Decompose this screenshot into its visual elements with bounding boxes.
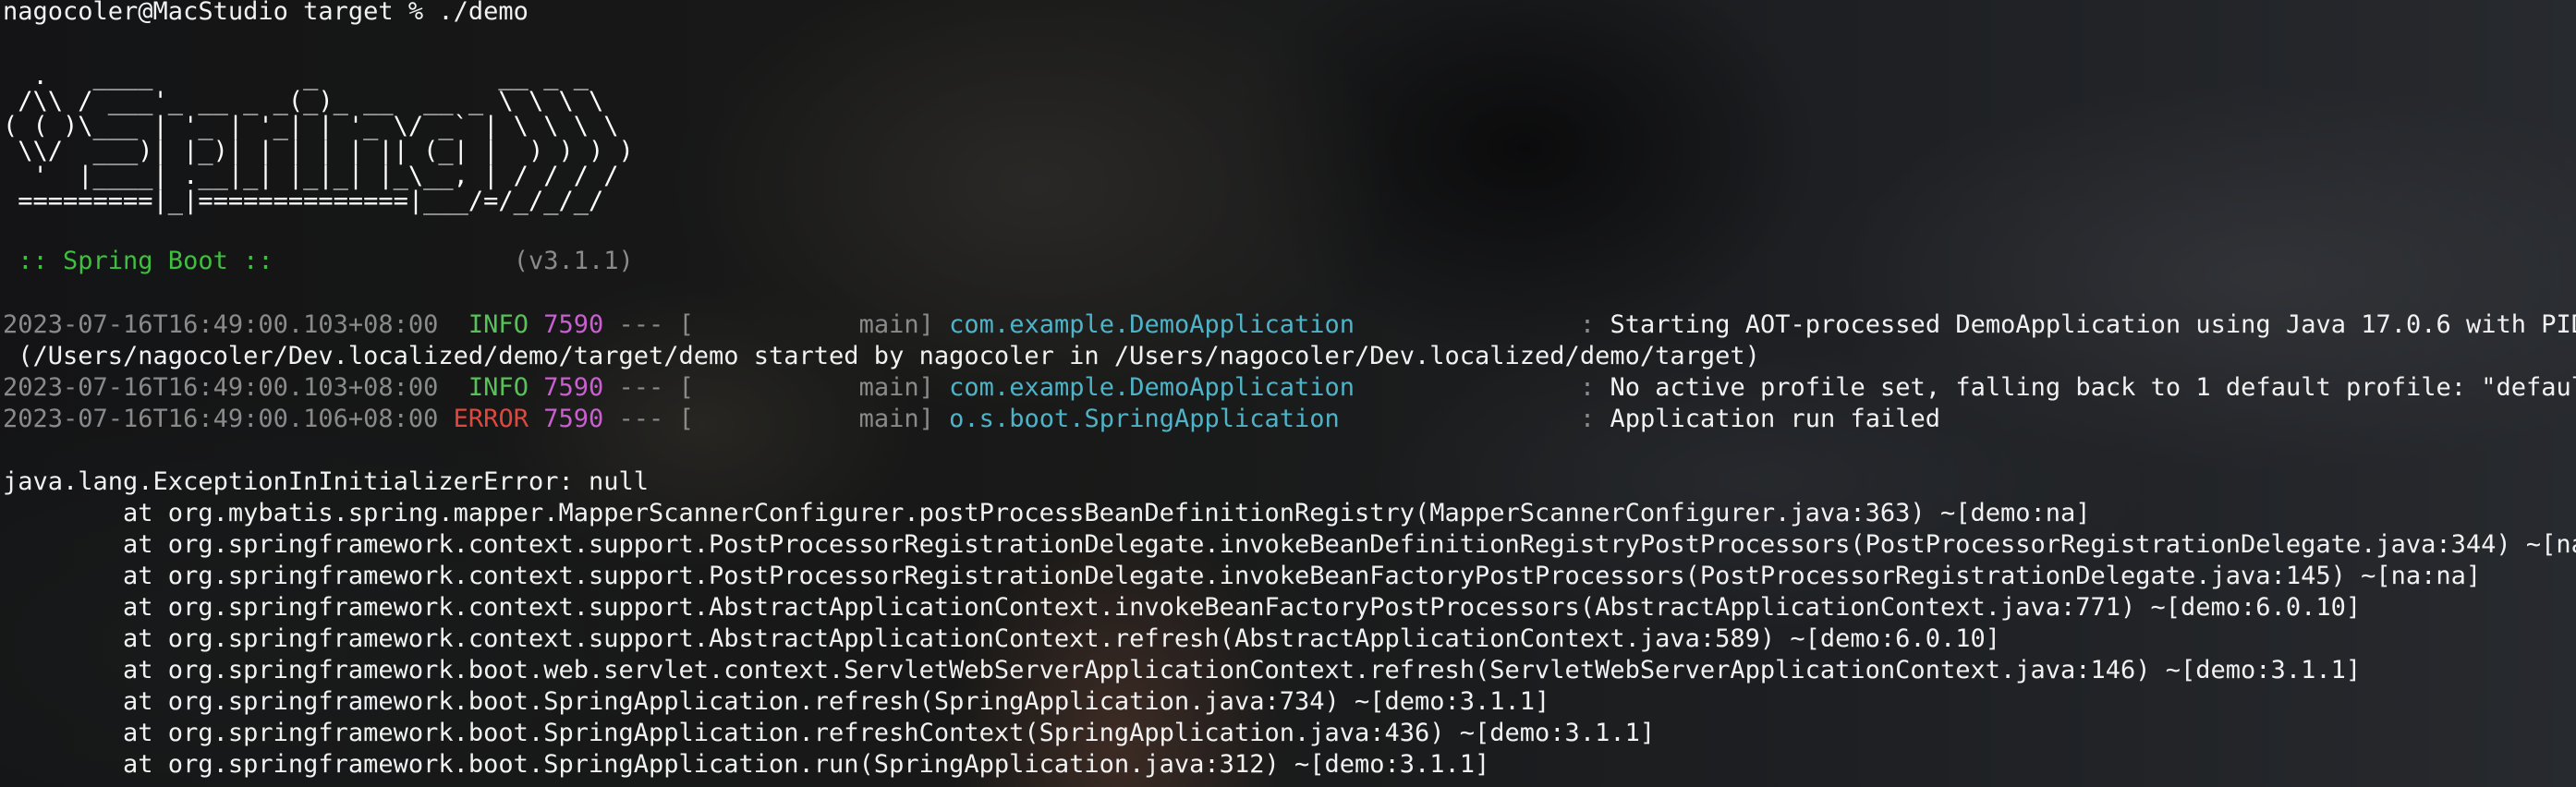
spring-boot-version: (v3.1.1) <box>273 247 634 275</box>
log-thread: [ main] <box>678 310 934 339</box>
exception-title: java.lang.ExceptionInInitializerError: n… <box>3 467 649 496</box>
log-level: ERROR <box>453 405 529 433</box>
stack-frame: at org.springframework.context.support.P… <box>3 562 2482 590</box>
log-thread: [ main] <box>678 405 934 433</box>
log-continuation: (/Users/nagocoler/Dev.localized/demo/tar… <box>3 342 1760 370</box>
log-separator: --- <box>618 405 664 433</box>
log-message: Application run failed <box>1610 405 1941 433</box>
log-pid: 7590 <box>543 310 604 339</box>
stack-frame: at org.springframework.context.support.P… <box>3 530 2576 559</box>
shell-prompt: nagocoler@MacStudio target % ./demo <box>3 0 529 26</box>
log-line-error: 2023-07-16T16:49:00.106+08:00 ERROR 7590… <box>3 404 1940 435</box>
log-separator: --- <box>618 373 664 402</box>
stack-frame: at org.springframework.boot.SpringApplic… <box>3 719 1656 747</box>
log-timestamp: 2023-07-16T16:49:00.106+08:00 <box>3 405 439 433</box>
log-timestamp: 2023-07-16T16:49:00.103+08:00 <box>3 373 439 402</box>
stack-frame: at org.springframework.boot.SpringApplic… <box>3 687 1550 716</box>
log-message: No active profile set, falling back to 1… <box>1610 373 2576 402</box>
log-level: INFO <box>468 310 529 339</box>
log-pid: 7590 <box>543 373 604 402</box>
log-line: 2023-07-16T16:49:00.103+08:00 INFO 7590 … <box>3 309 2576 341</box>
log-logger: com.example.DemoApplication <box>949 373 1355 402</box>
stack-frame: at org.springframework.boot.web.servlet.… <box>3 656 2362 684</box>
log-colon: : <box>1579 310 1596 339</box>
log-thread: [ main] <box>678 373 934 402</box>
log-level: INFO <box>468 373 529 402</box>
stack-frame: at org.springframework.boot.SpringApplic… <box>3 750 1490 779</box>
log-logger: com.example.DemoApplication <box>949 310 1355 339</box>
log-colon: : <box>1579 405 1596 433</box>
log-colon: : <box>1579 373 1596 402</box>
spring-boot-label: :: Spring Boot :: <box>3 247 273 275</box>
log-message: Starting AOT-processed DemoApplication u… <box>1610 310 2576 339</box>
banner-version-line: :: Spring Boot :: (v3.1.1) <box>3 246 634 277</box>
log-line: 2023-07-16T16:49:00.103+08:00 INFO 7590 … <box>3 372 2576 404</box>
log-logger: o.s.boot.SpringApplication <box>949 405 1340 433</box>
banner-art-line: =========|_|==============|___/=/_/_/_/ <box>3 187 604 215</box>
terminal-window[interactable]: nagocoler@MacStudio target % ./demo . __… <box>0 0 2576 787</box>
log-timestamp: 2023-07-16T16:49:00.103+08:00 <box>3 310 439 339</box>
stack-frame: at org.springframework.context.support.A… <box>3 593 2362 622</box>
log-pid: 7590 <box>543 405 604 433</box>
stack-frame: at org.springframework.context.support.A… <box>3 624 2000 653</box>
stack-frame: at org.mybatis.spring.mapper.MapperScann… <box>3 499 2091 527</box>
log-separator: --- <box>618 310 664 339</box>
